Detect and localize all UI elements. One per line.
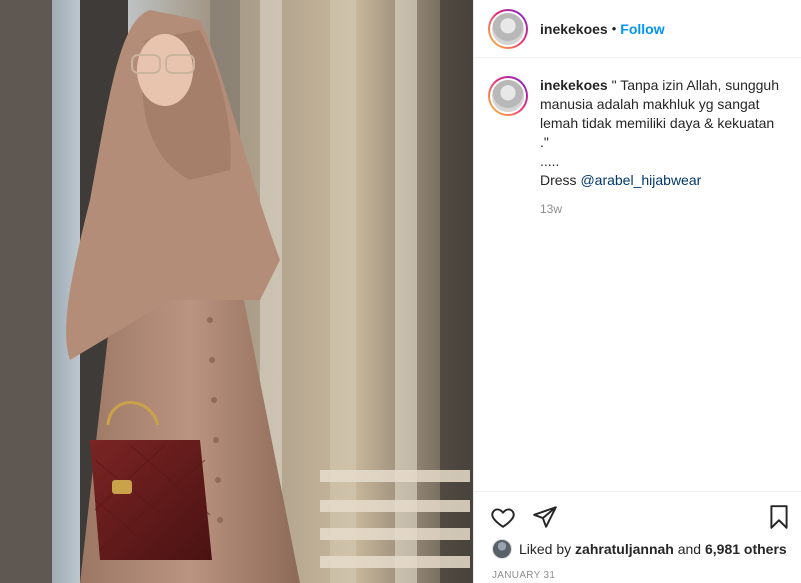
instagram-post: inekekoes • Follow inekekoes " Tanpa izi… xyxy=(0,0,801,583)
mention-link[interactable]: @arabel_hijabwear xyxy=(580,172,701,188)
likes-middle: and xyxy=(677,541,702,557)
caption-line: lemah tidak memiliki daya & kekuatan xyxy=(540,115,775,131)
follow-button[interactable]: Follow xyxy=(620,21,664,37)
avatar-image xyxy=(490,10,526,47)
post-actions: Liked by zahratuljannah and 6,981 others… xyxy=(474,491,801,583)
bookmark-icon-glyph xyxy=(770,505,788,529)
caption-line: manusia adalah makhluk yg sangat xyxy=(540,96,760,112)
photo-illustration xyxy=(0,0,473,583)
separator-dot: • xyxy=(611,21,617,36)
caption-line: " Tanpa izin Allah, sungguh xyxy=(611,77,780,93)
author-username[interactable]: inekekoes xyxy=(540,21,608,37)
caption-timestamp[interactable]: 13w xyxy=(540,200,790,219)
likes-summary: Liked by zahratuljannah and 6,981 others xyxy=(492,539,787,559)
likes-others[interactable]: 6,981 others xyxy=(705,541,787,557)
avatar-image xyxy=(490,78,526,114)
post-header: inekekoes • Follow xyxy=(474,0,801,58)
bookmark-icon[interactable] xyxy=(766,504,792,530)
liker-avatar[interactable] xyxy=(492,539,512,559)
caption-line: ." xyxy=(540,134,549,150)
liker-username[interactable]: zahratuljannah xyxy=(575,541,674,557)
likes-prefix: Liked by xyxy=(519,541,572,557)
paper-plane-icon[interactable] xyxy=(532,504,558,530)
post-side-panel: inekekoes • Follow inekekoes " Tanpa izi… xyxy=(473,0,801,583)
action-icons xyxy=(488,504,788,530)
heart-icon-glyph xyxy=(491,508,515,528)
post-photo[interactable] xyxy=(0,0,473,583)
caption-username[interactable]: inekekoes xyxy=(540,77,608,93)
caption-line: ..... xyxy=(540,153,560,169)
author-avatar[interactable] xyxy=(488,8,528,49)
caption-avatar[interactable] xyxy=(488,76,528,116)
post-date[interactable]: JANUARY 31 xyxy=(492,570,555,581)
heart-icon[interactable] xyxy=(490,504,516,530)
dress-label: Dress xyxy=(540,172,581,188)
caption-block: inekekoes " Tanpa izin Allah, sungguh ma… xyxy=(488,76,798,219)
paper-plane-icon-glyph xyxy=(533,506,557,528)
caption-text: inekekoes " Tanpa izin Allah, sungguh ma… xyxy=(540,76,790,219)
